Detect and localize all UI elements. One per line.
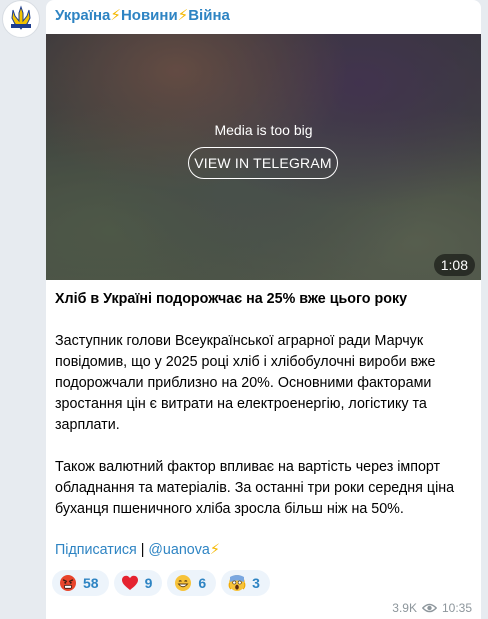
channel-handle-link[interactable]: @uanova: [148, 542, 209, 558]
lightning-icon: ⚡: [110, 7, 121, 24]
angry-face-icon: [60, 575, 76, 591]
eye-icon: [421, 603, 437, 613]
lightning-icon: ⚡: [209, 542, 220, 558]
reaction-scream[interactable]: 3: [221, 570, 270, 596]
reaction-count: 3: [252, 575, 260, 591]
link-separator: |: [140, 542, 145, 558]
post-paragraph: Також валютний фактор впливає на вартіст…: [55, 459, 455, 517]
reaction-count: 9: [144, 575, 153, 591]
message-meta: 3.9K 10:35: [392, 601, 472, 615]
channel-name[interactable]: Україна⚡Новини⚡Війна: [55, 6, 230, 24]
reaction-angry[interactable]: 58: [52, 570, 109, 596]
post-headline: Хліб в Україні подорожчає на 25% вже цьо…: [55, 291, 408, 307]
channel-avatar[interactable]: [2, 0, 40, 38]
reaction-heart[interactable]: 9: [113, 570, 163, 596]
post-text: Хліб в Україні подорожчає на 25% вже цьо…: [55, 289, 473, 520]
grinning-face-icon: [175, 575, 192, 591]
view-count: 3.9K: [392, 601, 417, 615]
post-footer-links: Підписатися | @uanova⚡: [55, 542, 220, 558]
video-duration-badge: 1:08: [433, 254, 475, 276]
message-time: 10:35: [441, 601, 472, 615]
subscribe-link[interactable]: Підписатися: [55, 542, 137, 558]
post-paragraph: Заступник голови Всеукраїнської аграрної…: [55, 333, 436, 433]
reactions-bar: 58 9 6 3: [52, 570, 270, 596]
channel-name-part: Війна: [188, 7, 230, 24]
video-preview[interactable]: Media is too big VIEW IN TELEGRAM 1:08: [46, 34, 481, 280]
view-in-telegram-button[interactable]: VIEW IN TELEGRAM: [188, 147, 338, 179]
screaming-face-icon: [228, 575, 246, 591]
channel-name-part: Україна: [55, 7, 111, 24]
red-heart-icon: [121, 575, 138, 590]
reaction-count: 6: [198, 575, 207, 591]
reaction-grin[interactable]: 6: [167, 570, 217, 596]
channel-name-part: Новини: [120, 7, 178, 24]
media-too-big-note: Media is too big: [214, 122, 313, 138]
message-bubble: Україна⚡Новини⚡Війна Media is too big VI…: [46, 0, 481, 619]
trident-logo-icon: [11, 5, 31, 30]
lightning-icon: ⚡: [177, 7, 189, 24]
reaction-count: 58: [83, 575, 99, 591]
